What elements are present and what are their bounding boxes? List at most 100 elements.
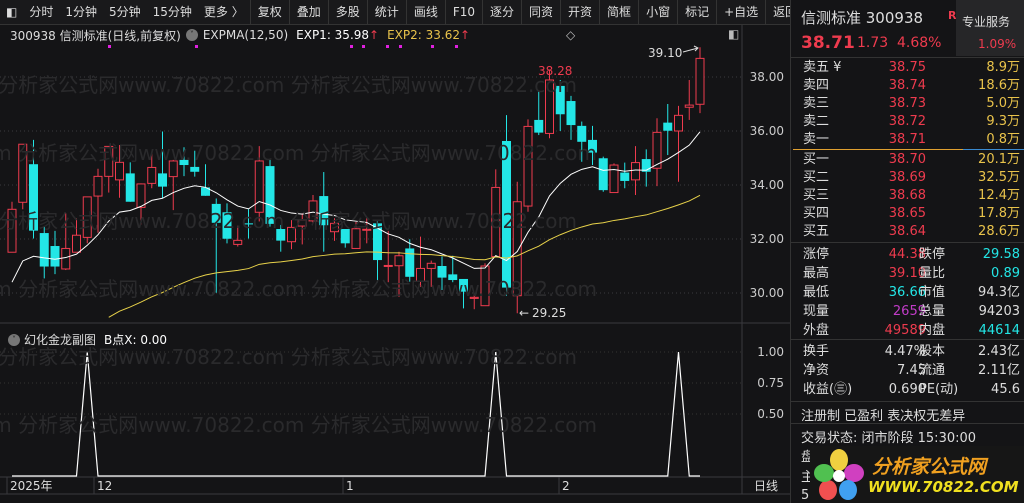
level-label: 买五 bbox=[803, 224, 830, 239]
order-book-row: 买一 38.70 20.1万 bbox=[803, 151, 1020, 169]
marker bbox=[455, 45, 458, 48]
candle-body bbox=[695, 57, 705, 105]
stat-label: 股本 bbox=[919, 344, 946, 359]
level-label: 卖一 bbox=[803, 132, 830, 147]
stat-label: 现量 bbox=[803, 304, 830, 319]
level-volume: 5.0万 bbox=[986, 96, 1020, 111]
candle-body bbox=[577, 125, 587, 142]
candle-body bbox=[534, 119, 544, 133]
level-price: 38.73 bbox=[888, 96, 926, 111]
stat-value: 7.45 bbox=[897, 363, 926, 378]
price-change-pct: 4.68% bbox=[897, 35, 942, 51]
sub-chart-header: ˅ 幻化金龙副图 B点X: 0.00 bbox=[8, 331, 167, 348]
candle-body bbox=[684, 104, 694, 108]
y-tick-label: 30.00 bbox=[750, 286, 784, 300]
order-book-row: 买三 38.68 12.4万 bbox=[803, 187, 1020, 205]
candle-body bbox=[136, 183, 146, 208]
service-label: 专业服务 bbox=[962, 15, 1011, 29]
level-label: 买一 bbox=[803, 152, 830, 167]
stat-value: 29.58 bbox=[982, 247, 1020, 262]
level-label: 买四 bbox=[803, 206, 830, 221]
min-annotation: 29.25 bbox=[532, 306, 566, 320]
logo-text: 分析家公式网 bbox=[872, 456, 987, 478]
chevron-down-icon[interactable]: ˅ bbox=[8, 333, 20, 346]
watermark: om 分析家公式网www.70822.com 分析家公式网www.70822.c… bbox=[0, 209, 577, 233]
level-label: 卖二 bbox=[803, 114, 830, 129]
y-tick-label: 32.00 bbox=[750, 232, 784, 246]
order-book-row: 买五 38.64 28.6万 bbox=[803, 223, 1020, 241]
level-volume: 9.3万 bbox=[986, 114, 1020, 129]
candle-body bbox=[50, 246, 60, 267]
stat-value: 0.89 bbox=[991, 266, 1020, 281]
sub-indicator-name[interactable]: 幻化金龙副图 bbox=[24, 331, 96, 348]
date-label: 1 bbox=[346, 479, 354, 493]
level-label: 买二 bbox=[803, 170, 830, 185]
candle-body bbox=[254, 160, 264, 213]
stat-label: 外盘 bbox=[803, 323, 830, 338]
order-book-row: 卖四 38.74 18.6万 bbox=[803, 77, 1020, 95]
marker bbox=[350, 45, 353, 48]
watermark: om 分析家公式网www.70822.com 分析家公式网www.70822.c… bbox=[0, 141, 597, 165]
stock-name: 信测标准 300938 bbox=[801, 9, 924, 27]
level-volume: 18.6万 bbox=[978, 78, 1020, 93]
stat-label: PE(动) bbox=[919, 382, 959, 397]
stat-label: 净资 bbox=[803, 363, 830, 378]
stat-label: 涨停 bbox=[803, 247, 830, 262]
price-change: 1.73 bbox=[857, 35, 889, 51]
order-book-row: 卖五 ¥ 38.75 8.9万 bbox=[803, 59, 1020, 77]
stat-value: 4.47% bbox=[884, 344, 926, 359]
candle-body bbox=[620, 172, 630, 181]
candle-body bbox=[426, 262, 436, 269]
stat-value: 36.66 bbox=[888, 285, 926, 300]
y-tick-label: 38.00 bbox=[750, 70, 784, 84]
level-volume: 17.8万 bbox=[978, 206, 1020, 221]
stat-value: 0.690 bbox=[888, 382, 926, 397]
stat-label: 总量 bbox=[919, 304, 946, 319]
level-volume: 32.5万 bbox=[978, 170, 1020, 185]
level-volume: 0.8万 bbox=[986, 132, 1020, 147]
candle-body bbox=[566, 101, 576, 126]
candle-body bbox=[631, 162, 640, 181]
stat-label: 流通 bbox=[919, 363, 946, 378]
watermark-logo: 分析家公式网 WWW.70822.COM bbox=[810, 446, 1024, 503]
candle-body bbox=[125, 173, 135, 202]
level-price: 38.69 bbox=[888, 170, 926, 185]
watermark: om 分析家公式网www.70822.com 分析家公式网www.70822.c… bbox=[0, 73, 577, 97]
stat-value: 2.43亿 bbox=[978, 344, 1020, 359]
service-pct: 1.09% bbox=[978, 37, 1017, 51]
last-price: 38.71 bbox=[801, 33, 855, 53]
level-volume: 12.4万 bbox=[978, 188, 1020, 203]
logo-url: WWW.70822.COM bbox=[868, 478, 1019, 496]
candle-body bbox=[233, 239, 243, 245]
candle-body bbox=[663, 122, 673, 131]
watermark: om 分析家公式网www.70822.com 分析家公式网www.70822.c… bbox=[0, 413, 597, 437]
min-annotation-arrow: ← bbox=[519, 306, 529, 320]
candle-body bbox=[383, 264, 393, 267]
stock-tags: 注册制 已盈利 表决权无差异 bbox=[801, 409, 966, 424]
sub-y-tick-label: 1.00 bbox=[757, 345, 784, 359]
watermark: om 分析家公式网www.70822.com 分析家公式网www.70822.c… bbox=[0, 277, 597, 301]
stat-value: 49589 bbox=[884, 323, 926, 338]
level-label: 卖三 bbox=[803, 96, 830, 111]
candle-body bbox=[61, 247, 71, 270]
stat-value: 2659 bbox=[892, 304, 926, 319]
candle-body bbox=[93, 175, 103, 197]
kline-chart[interactable]: 38.0036.0034.0032.0030.0038.2839.10← 29.2… bbox=[0, 0, 790, 503]
marker bbox=[362, 45, 365, 48]
stat-value: 45.6 bbox=[991, 382, 1020, 397]
candle-body bbox=[39, 233, 49, 267]
order-book-row: 卖三 38.73 5.0万 bbox=[803, 95, 1020, 113]
level-price: 38.70 bbox=[888, 152, 926, 167]
stat-value: 94.3亿 bbox=[978, 285, 1020, 300]
candle-body bbox=[394, 255, 404, 267]
candle-body bbox=[523, 125, 533, 207]
y-tick-label: 34.00 bbox=[750, 178, 784, 192]
watermark: om 分析家公式网www.70822.com 分析家公式网www.70822.c… bbox=[0, 345, 577, 369]
stat-label: 换手 bbox=[803, 344, 830, 359]
level-price: 38.75 bbox=[888, 60, 926, 75]
flower-logo-icon bbox=[814, 449, 864, 500]
stat-label: 市值 bbox=[919, 285, 946, 300]
quote-panel: 信测标准 300938 R 专业服务 1.09% 38.71 1.73 4.68… bbox=[790, 0, 1024, 503]
service-box[interactable]: 专业服务 1.09% bbox=[956, 0, 1024, 56]
stat-value: 2.11亿 bbox=[978, 363, 1020, 378]
